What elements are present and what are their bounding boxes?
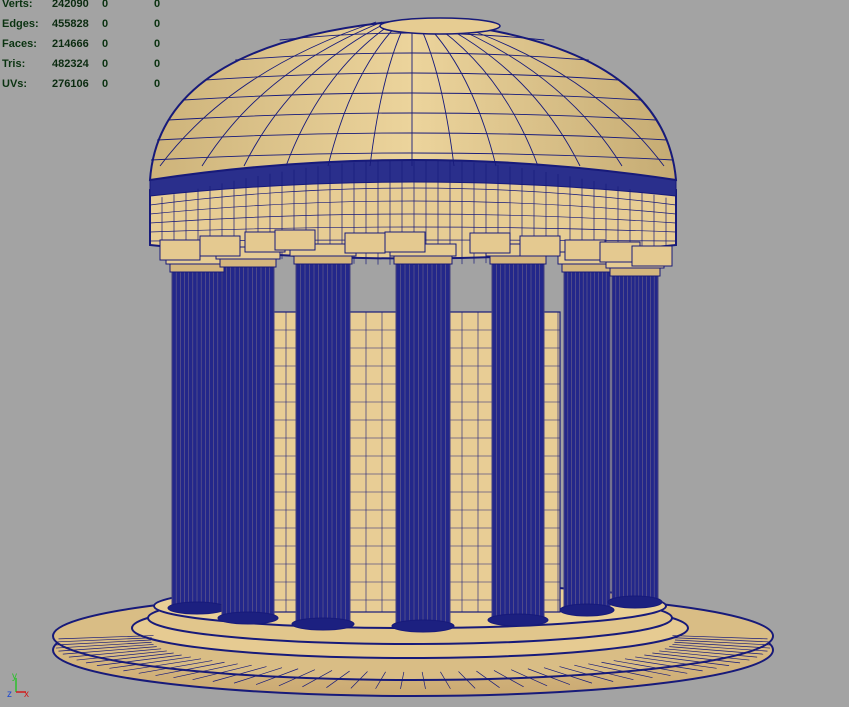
cornice-block — [199, 235, 241, 257]
column — [487, 261, 549, 627]
column — [607, 273, 663, 609]
hud-selected-value: 0 — [102, 0, 109, 10]
hud-total-value: 276106 — [52, 78, 89, 90]
dome — [148, 17, 678, 182]
cornice-block — [274, 229, 316, 251]
poly-count-hud: Verts: 242090 0 0 Edges: 455828 0 0 Faces: 214666… — [2, 0, 164, 94]
column — [167, 269, 227, 615]
hud-row: Verts: 242090 0 0 — [2, 0, 164, 14]
cornice-block — [384, 231, 426, 253]
column — [559, 269, 615, 617]
hud-row: UVs: 276106 0 0 — [2, 74, 164, 94]
hud-highlighted-value: 0 — [154, 58, 161, 70]
3d-viewport[interactable] — [0, 0, 849, 707]
hud-highlighted-value: 0 — [154, 38, 161, 50]
hud-label: Tris: — [2, 58, 26, 70]
hud-highlighted-value: 0 — [154, 0, 161, 10]
axis-y-label: y — [12, 671, 17, 682]
hud-label: Edges: — [2, 18, 39, 30]
hud-row: Edges: 455828 0 0 — [2, 14, 164, 34]
hud-row: Faces: 214666 0 0 — [2, 34, 164, 54]
cornice-block — [631, 245, 673, 267]
column — [217, 264, 279, 625]
cornice-block — [564, 239, 606, 261]
hud-selected-value: 0 — [102, 38, 109, 50]
cornice-block — [159, 239, 201, 261]
hud-selected-value: 0 — [102, 78, 109, 90]
axis-x-label: x — [24, 689, 29, 700]
hud-label: Faces: — [2, 38, 37, 50]
cornice-block — [344, 232, 386, 254]
hud-total-value: 242090 — [52, 0, 89, 10]
hud-row: Tris: 482324 0 0 — [2, 54, 164, 74]
hud-label: Verts: — [2, 0, 33, 10]
cornice-block — [519, 235, 561, 257]
view-axis-gizmo: y z x — [7, 671, 29, 700]
column-set — [167, 261, 663, 633]
hud-total-value: 455828 — [52, 18, 89, 30]
hud-total-value: 214666 — [52, 38, 89, 50]
column — [291, 261, 355, 631]
hud-selected-value: 0 — [102, 18, 109, 30]
hud-highlighted-value: 0 — [154, 18, 161, 30]
hud-highlighted-value: 0 — [154, 78, 161, 90]
hud-total-value: 482324 — [52, 58, 89, 70]
column — [391, 261, 455, 633]
axis-z-label: z — [7, 689, 12, 700]
hud-label: UVs: — [2, 78, 28, 90]
hud-selected-value: 0 — [102, 58, 109, 70]
cornice-block — [469, 232, 511, 254]
